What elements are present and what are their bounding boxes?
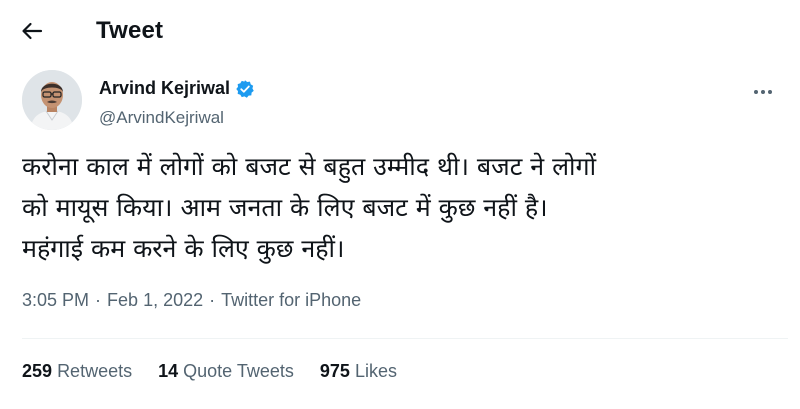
tweet-date[interactable]: Feb 1, 2022 — [107, 290, 203, 311]
avatar-photo — [22, 70, 82, 130]
back-button[interactable] — [16, 14, 50, 48]
tweet-author: Arvind Kejriwal @ArvindKejriwal — [22, 70, 782, 132]
tweet-meta: 3:05 PM · Feb 1, 2022 · Twitter for iPho… — [22, 290, 361, 311]
retweets-label: Retweets — [57, 361, 133, 381]
author-display-name: Arvind Kejriwal — [99, 78, 231, 98]
tweet-text: करोना काल में लोगों को बजट से बहुत उम्मी… — [22, 152, 597, 263]
likes-stat[interactable]: 975 Likes — [320, 361, 397, 382]
tweet-stats: 259 Retweets 14 Quote Tweets 975 Likes — [22, 361, 423, 382]
likes-label: Likes — [354, 361, 397, 381]
page-title: Tweet — [96, 17, 164, 44]
retweets-stat[interactable]: 259 Retweets — [22, 361, 132, 382]
likes-count: 975 — [319, 361, 350, 381]
meta-separator: · — [209, 290, 216, 310]
author-handle[interactable]: @ArvindKejriwal — [99, 108, 224, 128]
author-name-row[interactable]: Arvind Kejriwal — [99, 78, 255, 99]
quote-tweets-count: 14 — [158, 361, 179, 381]
retweets-count: 259 — [22, 361, 53, 381]
divider — [22, 338, 788, 339]
tweet-source[interactable]: Twitter for iPhone — [221, 290, 361, 311]
tweet-time[interactable]: 3:05 PM — [22, 290, 89, 311]
more-options-button[interactable] — [748, 82, 778, 102]
tweet-header: Tweet — [0, 0, 800, 62]
meta-separator: · — [95, 290, 102, 310]
verified-badge-icon — [235, 79, 255, 99]
more-horizontal-icon — [754, 90, 772, 94]
avatar[interactable] — [22, 70, 82, 130]
quote-tweets-label: Quote Tweets — [183, 361, 294, 381]
quote-tweets-stat[interactable]: 14 Quote Tweets — [158, 361, 294, 382]
arrow-left-icon — [22, 22, 43, 40]
